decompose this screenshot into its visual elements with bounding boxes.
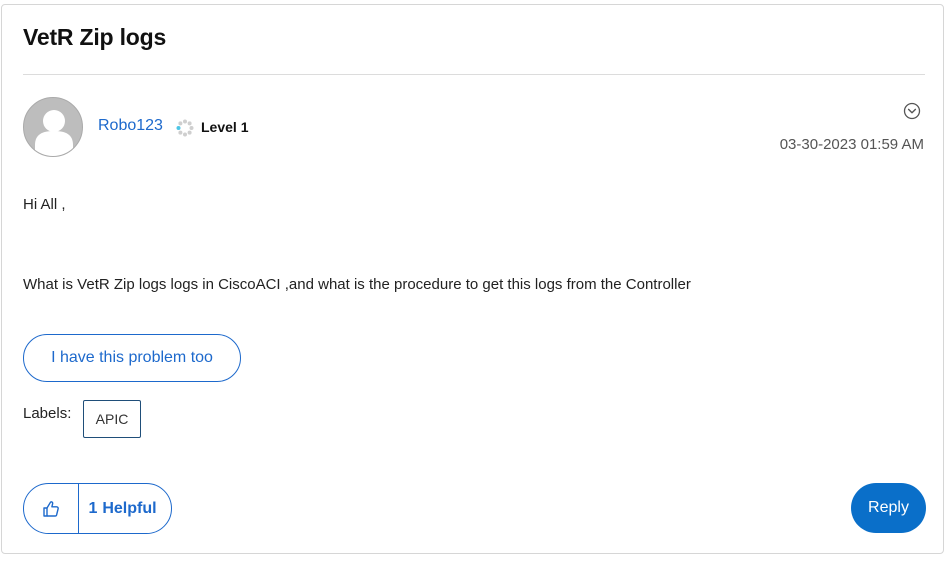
title-divider bbox=[23, 74, 925, 75]
author-link[interactable]: Robo123 bbox=[98, 117, 163, 135]
post-body-greeting: Hi All , bbox=[23, 196, 66, 213]
labels-title: Labels: bbox=[23, 405, 72, 422]
reply-button[interactable]: Reply bbox=[851, 483, 926, 533]
kudos-control: 1 Helpful bbox=[23, 483, 172, 534]
chevron-down-circle-icon[interactable] bbox=[903, 102, 921, 120]
avatar[interactable] bbox=[23, 97, 83, 157]
kudos-label: Helpful bbox=[102, 499, 157, 517]
post-card: VetR Zip logs Robo123 Level 1 03-30-2023… bbox=[1, 4, 944, 554]
problem-too-button[interactable]: I have this problem too bbox=[23, 334, 241, 382]
label-chip-apic[interactable]: APIC bbox=[83, 400, 141, 438]
post-timestamp: 03-30-2023 01:59 AM bbox=[779, 136, 924, 153]
rank-badge: Level 1 bbox=[201, 119, 249, 135]
thumbs-up-icon bbox=[43, 500, 59, 517]
kudos-count-button[interactable]: 1 Helpful bbox=[79, 484, 171, 533]
spinner-dots-icon bbox=[176, 119, 194, 137]
kudos-like-button[interactable] bbox=[24, 484, 79, 533]
kudos-count: 1 bbox=[88, 499, 98, 517]
post-title: VetR Zip logs bbox=[23, 24, 167, 50]
user-silhouette-icon bbox=[35, 110, 73, 156]
post-body-question: What is VetR Zip logs logs in CiscoACI ,… bbox=[23, 276, 691, 293]
